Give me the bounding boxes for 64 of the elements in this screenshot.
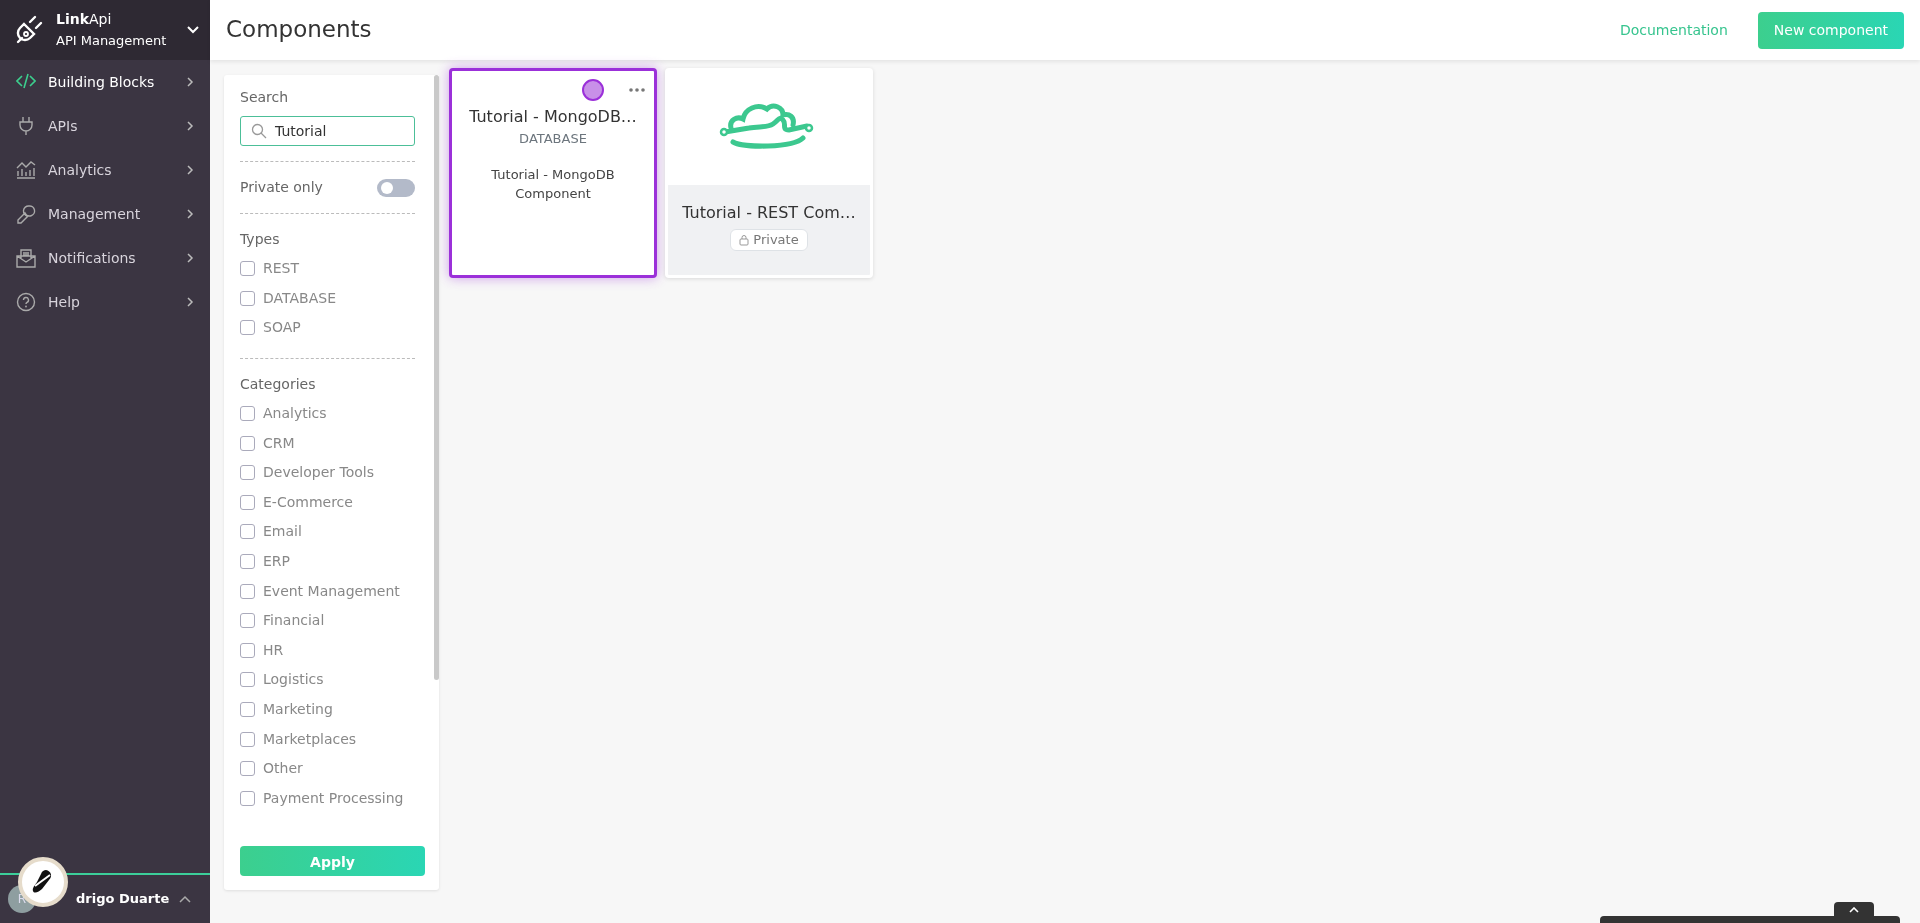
- search-label: Search: [240, 88, 290, 107]
- checkbox-option[interactable]: Financial: [240, 605, 415, 636]
- brand-name: LinkApi: [56, 11, 113, 29]
- checkbox-option[interactable]: Developer Tools: [240, 457, 415, 488]
- key-icon: [16, 204, 36, 224]
- chevron-right-icon: [186, 77, 194, 87]
- component-card[interactable]: Tutorial - MongoDB… DATABASE Tutorial - MongoDB Component: [449, 68, 657, 278]
- checkbox-option[interactable]: Marketing: [240, 694, 415, 725]
- card-title: Tutorial - MongoDB…: [468, 106, 638, 128]
- plug-icon: [16, 116, 36, 136]
- private-only-label: Private only: [240, 178, 323, 197]
- chevron-up-icon: [1849, 907, 1859, 913]
- chevron-up-icon: [178, 894, 192, 904]
- documentation-link[interactable]: Documentation: [1619, 19, 1728, 41]
- lock-icon: [739, 233, 750, 246]
- checkbox-option[interactable]: Marketplaces: [240, 724, 415, 754]
- checkbox-option[interactable]: CRM: [240, 428, 415, 458]
- card-type: DATABASE: [518, 130, 588, 148]
- private-badge: Private: [730, 229, 808, 251]
- sidebar-item[interactable]: Help: [0, 280, 210, 324]
- checkbox-option[interactable]: SOAP: [240, 313, 415, 343]
- component-card[interactable]: Tutorial - REST Com… Private: [665, 68, 873, 278]
- search-field[interactable]: Tutorial: [240, 116, 415, 146]
- chevron-right-icon: [186, 297, 194, 307]
- chevron-right-icon: [186, 165, 194, 175]
- more-options-icon: [628, 87, 646, 93]
- section-heading: Categories: [240, 374, 317, 394]
- status-dot: [582, 79, 604, 101]
- sidebar-item[interactable]: Management: [0, 192, 210, 236]
- floating-button[interactable]: [18, 857, 68, 907]
- user-name: drigo Duarte: [76, 890, 171, 909]
- envelope-icon: [16, 248, 36, 268]
- checkbox-option[interactable]: Email: [240, 517, 415, 547]
- toggle-switch[interactable]: [377, 178, 415, 197]
- chart-icon: [16, 160, 36, 180]
- checkbox-option[interactable]: HR: [240, 635, 415, 666]
- sidebar-item[interactable]: Analytics: [0, 148, 210, 192]
- collapse-tab[interactable]: [1834, 902, 1874, 918]
- section-heading: Types: [240, 230, 281, 249]
- checkbox-option[interactable]: ERP: [240, 546, 415, 577]
- sidebar-item[interactable]: Notifications: [0, 236, 210, 280]
- sidebar-item[interactable]: Building Blocks: [0, 60, 210, 104]
- checkbox-option[interactable]: REST: [240, 254, 415, 284]
- apply-button[interactable]: Apply: [240, 846, 425, 876]
- card-description: Tutorial - MongoDB Component: [490, 165, 616, 203]
- checkbox-option[interactable]: E-Commerce: [240, 487, 415, 518]
- brand-subtitle: API Management: [56, 32, 168, 49]
- checkbox-option[interactable]: Event Management: [240, 576, 415, 606]
- sidebar-item[interactable]: APIs: [0, 104, 210, 148]
- new-component-button[interactable]: New component: [1757, 11, 1904, 49]
- checkbox-option[interactable]: Other: [240, 753, 415, 784]
- help-icon: [16, 292, 36, 312]
- card-title: Tutorial - REST Com…: [682, 202, 856, 224]
- checkbox-option[interactable]: Logistics: [240, 665, 415, 695]
- chevron-right-icon: [186, 121, 194, 131]
- checkbox-option[interactable]: Payment Processing: [240, 783, 415, 814]
- scrollbar[interactable]: [434, 75, 439, 680]
- search-icon: [251, 123, 267, 139]
- chevron-right-icon: [186, 253, 194, 263]
- checkbox-option[interactable]: Analytics: [240, 398, 415, 429]
- chevron-right-icon: [186, 209, 194, 219]
- checkbox-option[interactable]: DATABASE: [240, 283, 415, 314]
- page-title: Components: [226, 16, 373, 44]
- chevron-down-icon: [186, 25, 200, 35]
